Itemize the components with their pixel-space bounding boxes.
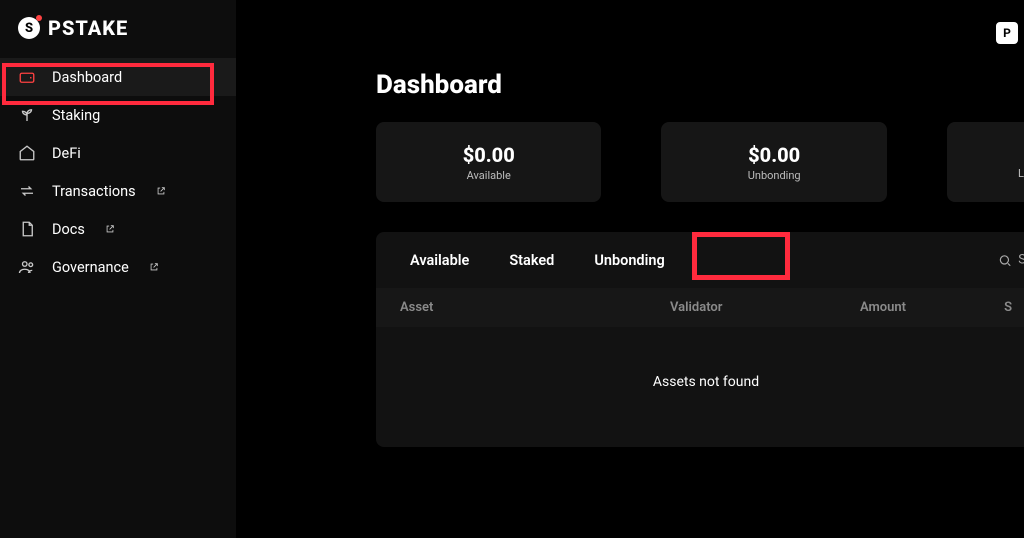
sidebar-item-dashboard[interactable]: Dashboard — [0, 58, 236, 96]
card-unbonding: $0.00 Unbonding — [661, 122, 886, 202]
assets-tabs: Available Staked Unbonding S — [376, 232, 1024, 288]
doc-icon — [18, 220, 36, 238]
sidebar-item-label: Docs — [52, 221, 85, 238]
brand-name: PSTAKE — [48, 16, 128, 40]
tab-available[interactable]: Available — [396, 232, 483, 288]
assets-panel: Available Staked Unbonding S Asset Valid… — [376, 232, 1024, 447]
tab-unbonding[interactable]: Unbonding — [580, 232, 678, 288]
top-right-badge[interactable]: P — [996, 22, 1018, 44]
logo-letter: S — [25, 21, 33, 36]
sidebar-item-governance[interactable]: Governance — [0, 248, 236, 286]
search-placeholder: S — [1018, 253, 1024, 268]
search-icon — [998, 253, 1012, 267]
card-partial: L — [947, 122, 1024, 202]
sidebar-item-label: Staking — [52, 107, 100, 124]
card-label: Unbonding — [748, 169, 801, 182]
col-asset: Asset — [400, 300, 670, 315]
brand-logo[interactable]: S PSTAKE — [0, 16, 236, 58]
card-available: $0.00 Available — [376, 122, 601, 202]
people-icon — [18, 258, 36, 276]
sidebar-item-label: Transactions — [52, 183, 136, 200]
sidebar-nav: Dashboard Staking DeFi Transactions — [0, 58, 236, 286]
sidebar-item-label: DeFi — [52, 145, 81, 162]
page-title: Dashboard — [376, 70, 1024, 100]
wallet-icon — [18, 68, 36, 86]
main-content: P Dashboard $0.00 Available $0.00 Unbond… — [236, 0, 1024, 538]
col-extra: S — [1000, 300, 1012, 315]
sidebar-item-staking[interactable]: Staking — [0, 96, 236, 134]
card-label: Available — [467, 169, 511, 182]
external-link-icon — [149, 259, 159, 276]
sidebar: S PSTAKE Dashboard Staking DeFi — [0, 0, 236, 538]
logo-badge-icon: S — [18, 17, 40, 39]
app-root: S PSTAKE Dashboard Staking DeFi — [0, 0, 1024, 538]
external-link-icon — [156, 183, 166, 200]
col-amount: Amount — [860, 300, 1000, 315]
swap-icon — [18, 182, 36, 200]
card-value: $0.00 — [748, 143, 800, 167]
external-link-icon — [105, 221, 115, 238]
top-right-badge-label: P — [1003, 26, 1011, 40]
plant-icon — [18, 106, 36, 124]
col-validator: Validator — [670, 300, 860, 315]
sidebar-item-label: Governance — [52, 259, 129, 276]
search-input[interactable]: S — [998, 253, 1024, 268]
card-label: L — [1018, 167, 1024, 180]
sidebar-item-docs[interactable]: Docs — [0, 210, 236, 248]
tab-staked[interactable]: Staked — [495, 232, 568, 288]
sidebar-item-label: Dashboard — [52, 69, 122, 86]
card-value: $0.00 — [463, 143, 515, 167]
sidebar-item-defi[interactable]: DeFi — [0, 134, 236, 172]
table-header: Asset Validator Amount S — [376, 288, 1024, 327]
sidebar-item-transactions[interactable]: Transactions — [0, 172, 236, 210]
home-icon — [18, 144, 36, 162]
table-body: Assets not found — [376, 327, 1024, 447]
empty-state-text: Assets not found — [653, 334, 759, 440]
summary-cards: $0.00 Available $0.00 Unbonding L — [376, 122, 1024, 202]
